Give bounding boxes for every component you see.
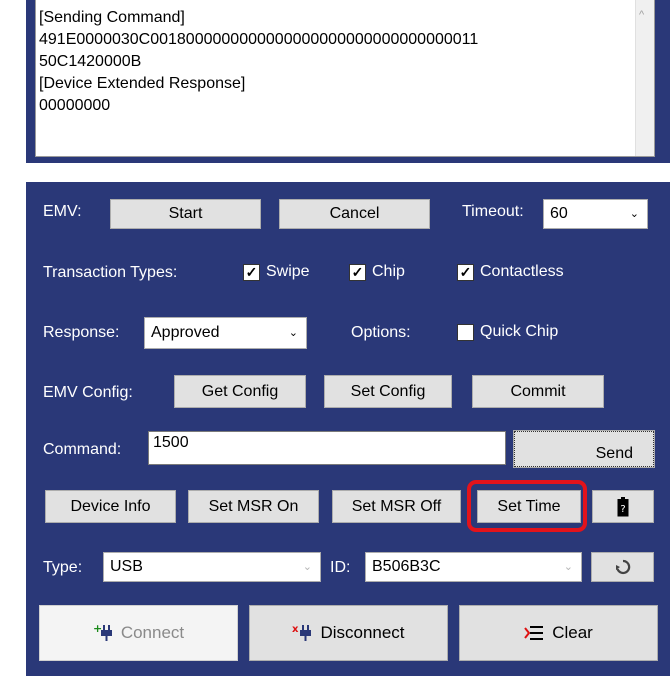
set-config-button[interactable]: Set Config <box>324 375 452 408</box>
get-config-button[interactable]: Get Config <box>174 375 306 408</box>
connect-label: Connect <box>120 623 185 642</box>
response-select[interactable]: Approved ⌄ <box>144 317 307 349</box>
clear-list-icon <box>524 626 544 640</box>
chevron-down-icon: ⌄ <box>302 560 312 573</box>
checkbox-checked-icon: ✓ <box>349 263 366 281</box>
options-label: Options: <box>351 324 411 341</box>
battery-button[interactable]: ? <box>592 490 654 523</box>
device-info-button[interactable]: Device Info <box>45 490 176 523</box>
quick-chip-label: Quick Chip <box>480 323 559 340</box>
contactless-checkbox[interactable]: ✓ Contactless <box>457 263 564 281</box>
clear-label: Clear <box>552 623 593 642</box>
response-value: Approved <box>151 324 220 341</box>
checkbox-checked-icon: ✓ <box>243 263 260 281</box>
command-label: Command: <box>43 441 122 458</box>
swipe-checkbox[interactable]: ✓ Swipe <box>243 263 310 281</box>
swipe-label: Swipe <box>266 263 310 280</box>
chevron-down-icon: ⌄ <box>563 560 573 573</box>
chip-label: Chip <box>372 263 405 280</box>
control-panel: EMV: Start Cancel Timeout: 60 ⌄ Transact… <box>26 182 670 676</box>
battery-icon: ? <box>617 496 629 516</box>
log-line: [Device Extended Response] <box>39 75 246 92</box>
response-label: Response: <box>43 324 120 341</box>
clear-button[interactable]: Clear <box>459 605 658 661</box>
id-value: B506B3C <box>372 558 441 575</box>
emv-label: EMV: <box>43 203 82 220</box>
log-line: 491E0000030C0018000000000000000000000000… <box>39 31 479 48</box>
chip-checkbox[interactable]: ✓ Chip <box>349 263 405 281</box>
svg-text:?: ? <box>620 504 625 515</box>
commit-button[interactable]: Commit <box>472 375 604 408</box>
svg-text:+: + <box>93 624 102 635</box>
log-text: [Sending Command] 491E0000030C0018000000… <box>39 7 619 117</box>
log-line: [Sending Command] <box>39 9 185 26</box>
checkbox-checked-icon: ✓ <box>457 263 474 281</box>
connect-button[interactable]: + Connect <box>39 605 238 661</box>
log-line: 00000000 <box>39 97 111 114</box>
chevron-down-icon: ⌄ <box>629 207 639 220</box>
chevron-down-icon: ⌄ <box>288 326 298 339</box>
type-label: Type: <box>43 559 83 576</box>
set-msr-off-button[interactable]: Set MSR Off <box>332 490 461 523</box>
command-value: 1500 <box>153 434 189 451</box>
scroll-up-icon[interactable]: ^ <box>639 10 644 21</box>
set-msr-on-button[interactable]: Set MSR On <box>188 490 319 523</box>
id-select[interactable]: B506B3C ⌄ <box>365 552 582 582</box>
refresh-icon <box>615 559 630 575</box>
svg-text:x: x <box>292 624 299 635</box>
log-scrollbar[interactable]: ^ <box>635 0 654 156</box>
log-textbox[interactable]: [Sending Command] 491E0000030C0018000000… <box>35 0 655 157</box>
cancel-button[interactable]: Cancel <box>279 199 430 229</box>
timeout-select[interactable]: 60 ⌄ <box>543 199 648 229</box>
command-input[interactable]: 1500 <box>148 431 506 465</box>
disconnect-label: Disconnect <box>320 623 405 642</box>
refresh-button[interactable] <box>591 552 654 582</box>
plug-plus-icon: + <box>93 624 112 641</box>
id-label: ID: <box>330 559 351 576</box>
type-select[interactable]: USB ⌄ <box>103 552 321 582</box>
timeout-label: Timeout: <box>462 203 524 220</box>
transaction-types-label: Transaction Types: <box>43 264 178 281</box>
send-button[interactable]: Send <box>513 430 655 468</box>
quick-chip-checkbox[interactable]: Quick Chip <box>457 323 558 341</box>
timeout-value: 60 <box>550 205 568 222</box>
log-line: 50C1420000B <box>39 53 142 70</box>
emv-config-label: EMV Config: <box>43 384 133 401</box>
set-time-highlight <box>467 480 587 532</box>
contactless-label: Contactless <box>480 263 564 280</box>
disconnect-button[interactable]: x Disconnect <box>249 605 448 661</box>
checkbox-unchecked-icon <box>457 323 474 341</box>
start-button[interactable]: Start <box>110 199 261 229</box>
plug-x-icon: x <box>292 624 312 641</box>
type-value: USB <box>110 558 143 575</box>
